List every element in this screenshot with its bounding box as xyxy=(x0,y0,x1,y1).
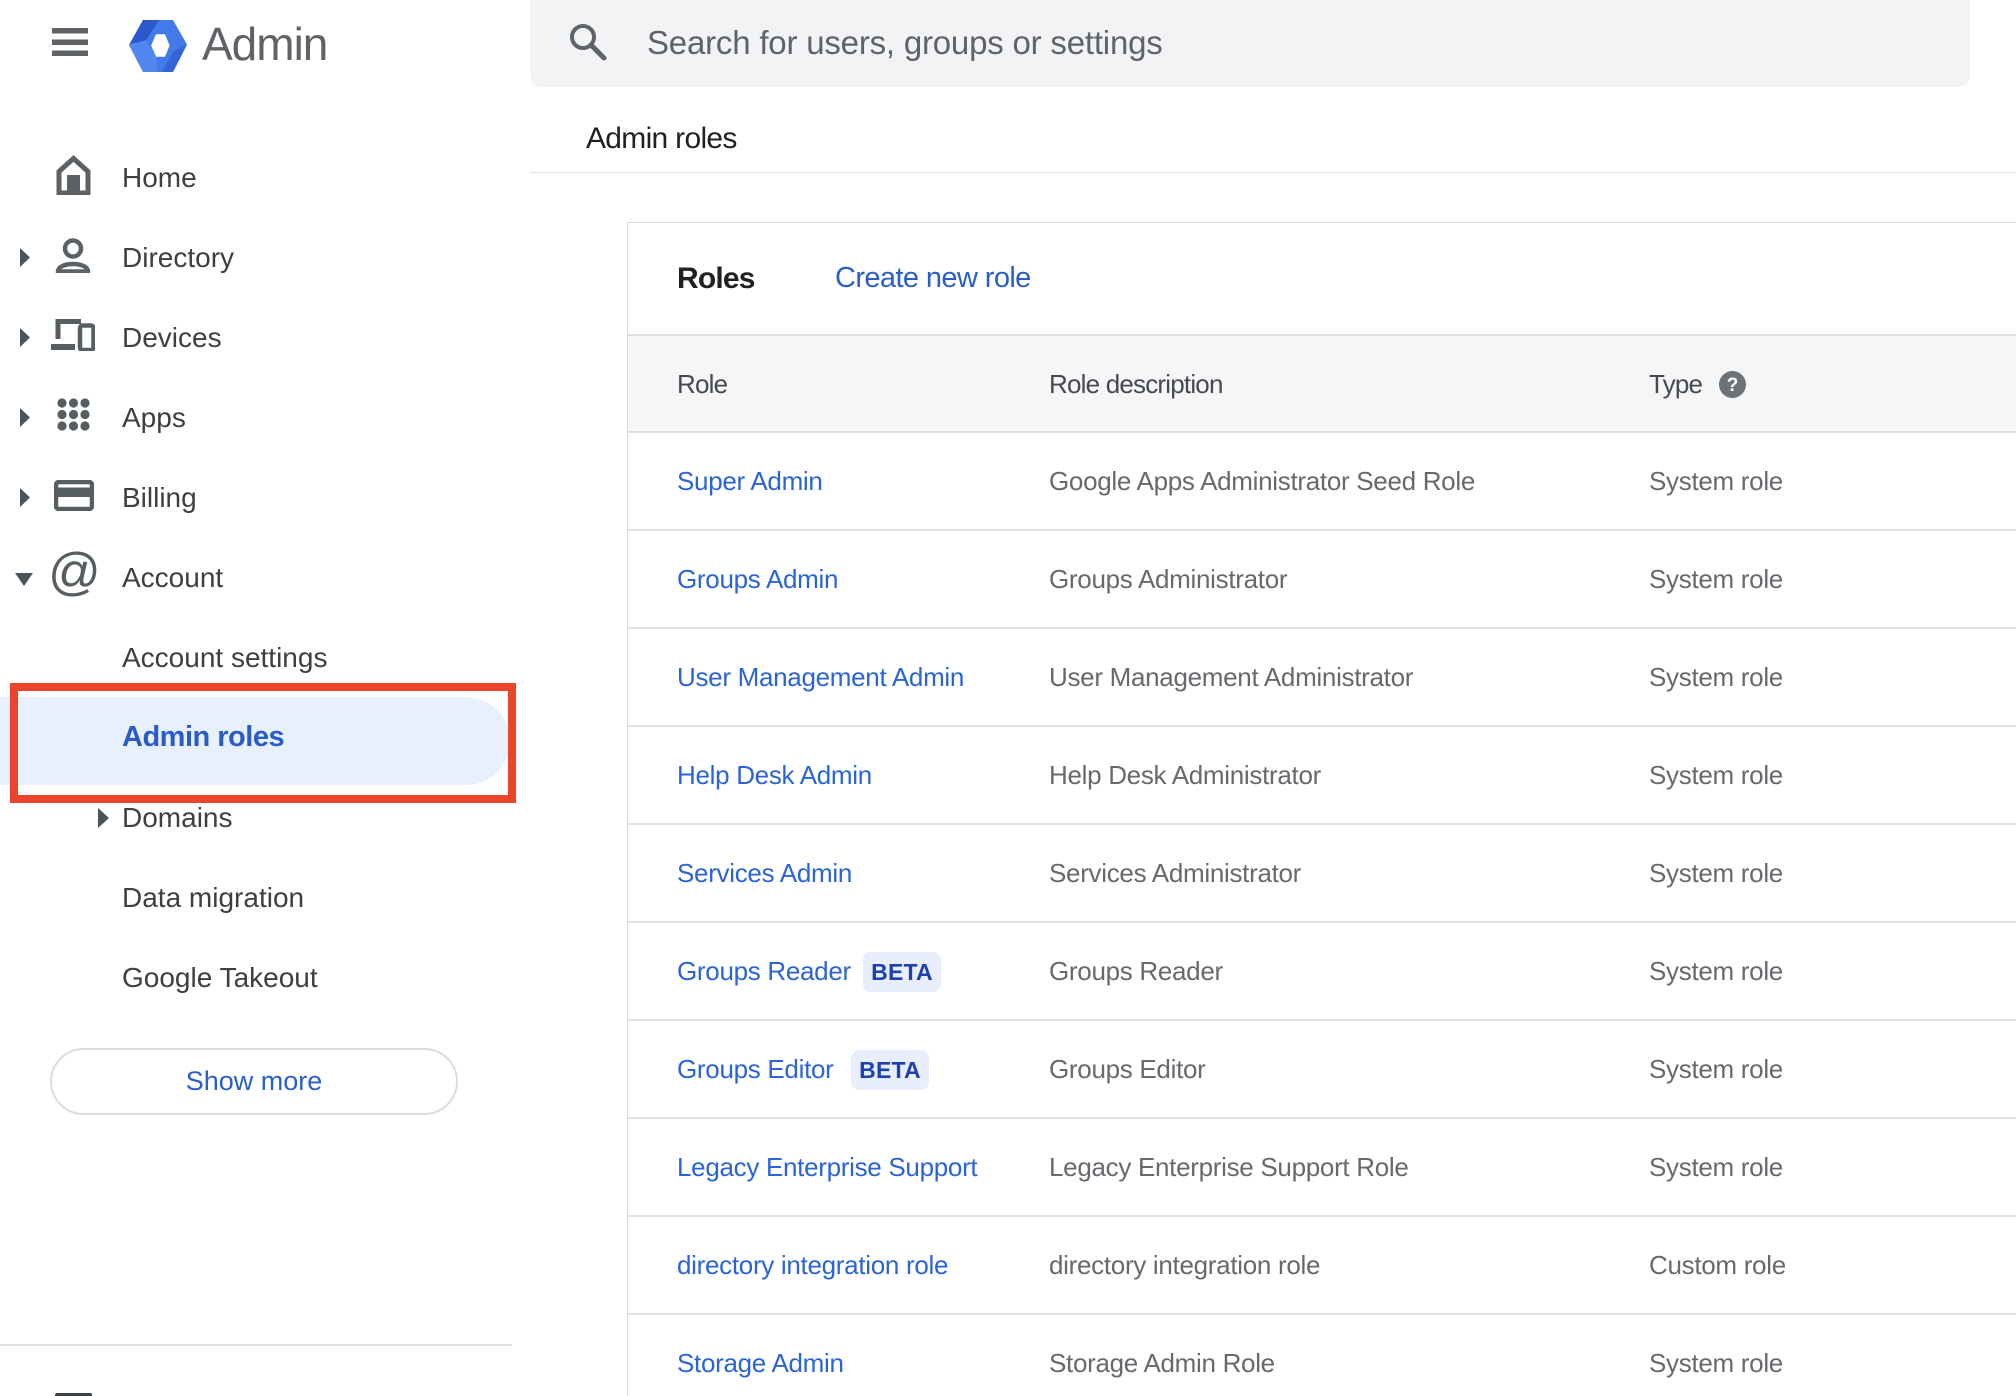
svg-text:?: ? xyxy=(1727,375,1739,396)
